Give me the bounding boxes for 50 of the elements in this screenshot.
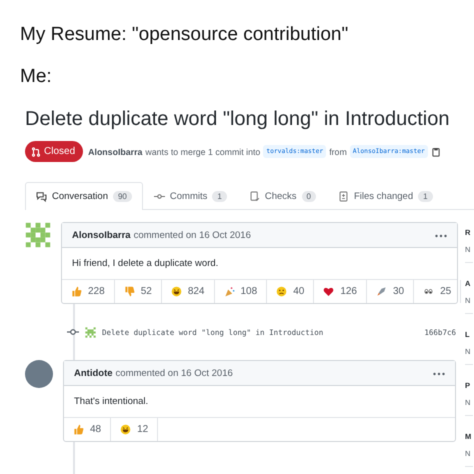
tab[interactable]: Conversation 90 [25, 182, 143, 210]
laughing-face-icon [170, 286, 182, 297]
comment-icon [36, 191, 47, 202]
comment-author[interactable]: AlonsoIbarra [72, 230, 131, 240]
copy-icon [430, 146, 441, 156]
status-badge: Closed [25, 141, 84, 162]
tab-counter: 1 [212, 191, 227, 202]
meme-label: Me: [20, 66, 52, 88]
reaction-button[interactable]: 228 [62, 280, 115, 303]
comment-author[interactable]: Antidote [74, 368, 113, 378]
pull-request-icon [31, 146, 41, 156]
from-text: from [329, 146, 347, 156]
thumbs-up-icon [71, 286, 82, 297]
reaction-button[interactable]: 126 [314, 280, 367, 303]
merge-summary: wants to merge 1 commit into [145, 146, 260, 156]
comment-date: commented on 16 Oct 2016 [116, 368, 234, 378]
checklist-icon [248, 191, 260, 202]
reaction-button[interactable]: 824 [162, 280, 214, 303]
tab[interactable]: Commits 1 [142, 182, 238, 210]
commit-icon [67, 326, 79, 338]
reaction-button[interactable]: 48 [64, 418, 112, 441]
reaction-button[interactable]: 108 [214, 280, 268, 303]
tab[interactable]: Checks 0 [238, 182, 327, 210]
tab-counter: 0 [302, 191, 316, 202]
avatar[interactable] [25, 360, 53, 388]
eyes-icon [423, 286, 434, 297]
identicon-avatar [25, 222, 51, 248]
identicon-avatar [85, 326, 96, 338]
reaction-button[interactable]: 25 [414, 280, 462, 303]
rocket-icon [376, 286, 387, 297]
reaction-button[interactable]: 12 [111, 418, 158, 441]
reaction-button[interactable]: 30 [367, 280, 414, 303]
file-diff-icon [338, 191, 349, 202]
comment-date: commented on 16 Oct 2016 [134, 230, 252, 240]
pr-title: Delete duplicate word "long long" in Introduction [25, 108, 450, 131]
party-popper-icon [224, 286, 234, 297]
laughing-face-icon [120, 424, 132, 435]
heart-icon [323, 286, 334, 297]
meme-caption: My Resume: "opensource contribution" [20, 24, 348, 46]
reaction-button[interactable]: 52 [114, 280, 162, 303]
confused-face-icon [276, 286, 288, 297]
author-link[interactable]: AlonsoIbarra [88, 146, 142, 156]
tab-counter: 1 [418, 191, 433, 202]
tab-counter: 90 [112, 191, 132, 202]
comment-text: That's intentional. [64, 386, 455, 418]
reaction-button[interactable]: 40 [267, 280, 314, 303]
tab[interactable]: Files changed 1 [326, 182, 444, 210]
comment-text: Hi friend, I delete a duplicate word. [62, 248, 457, 280]
thumbs-down-icon [124, 286, 135, 297]
thumbs-up-icon [73, 424, 84, 435]
